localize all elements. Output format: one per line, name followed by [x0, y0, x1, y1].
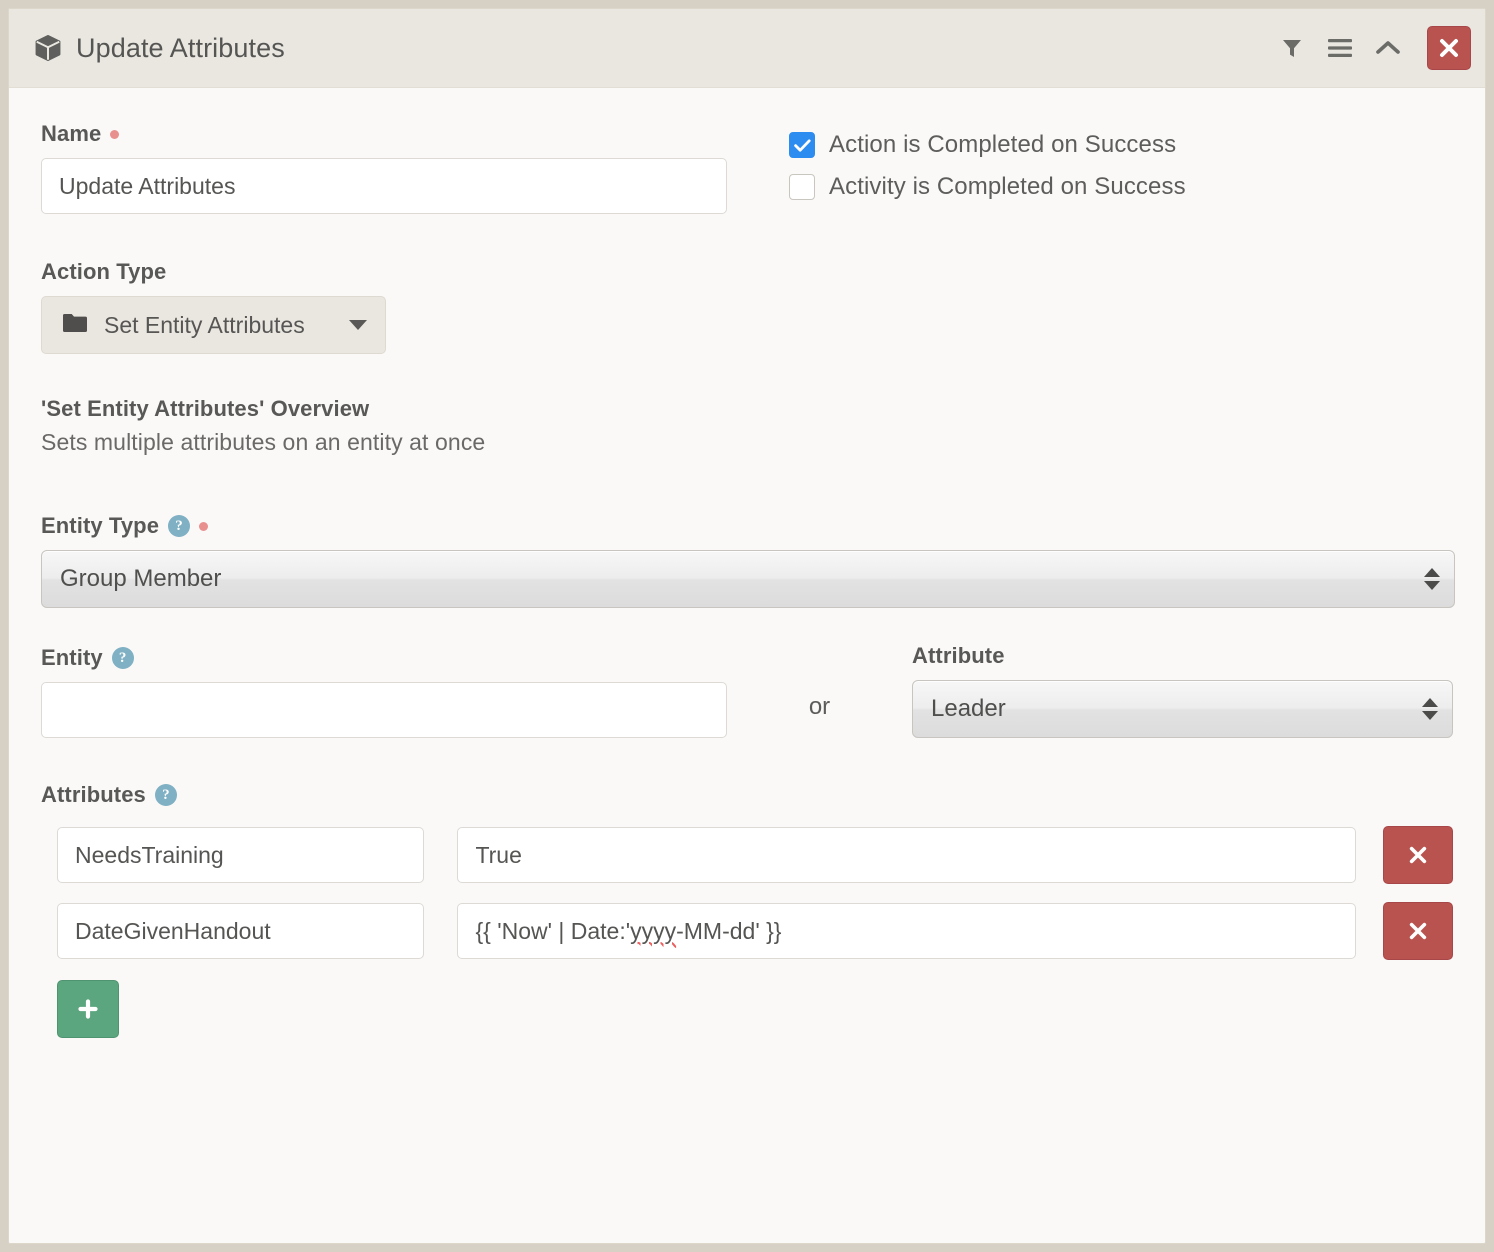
close-button[interactable] [1427, 26, 1471, 70]
overview-description: Sets multiple attributes on an entity at… [41, 429, 486, 455]
action-type-label: Action Type [41, 259, 167, 284]
panel-header: Update Attributes [9, 9, 1485, 88]
attributes-label: Attributes ? [41, 782, 1453, 808]
attribute-value-input[interactable] [457, 827, 1357, 883]
activity-completed-checkbox[interactable] [789, 174, 815, 200]
panel-body: Name Action is Completed on Success [9, 88, 1485, 1038]
entity-type-value: Group Member [60, 565, 222, 592]
attribute-key-input[interactable] [57, 903, 425, 959]
attribute-select[interactable]: Leader [912, 680, 1453, 738]
delete-attribute-button[interactable] [1383, 902, 1453, 960]
success-options-group: Action is Completed on Success Activity … [727, 121, 1453, 215]
value-text-misspelled: yyyy [630, 917, 677, 944]
attribute-group: Attribute Leader [912, 643, 1453, 738]
update-attributes-panel: Update Attributes Name Update Attributes… [8, 8, 1486, 1244]
entity-label: Entity ? [41, 645, 727, 671]
required-indicator [110, 129, 120, 139]
name-input[interactable] [41, 158, 727, 214]
name-field-group: Name [41, 121, 727, 215]
help-icon[interactable]: ? [111, 647, 134, 669]
menu-icon[interactable] [1327, 35, 1353, 61]
filter-icon[interactable] [1279, 35, 1305, 61]
entity-input[interactable] [41, 682, 727, 738]
action-completed-checkbox[interactable] [789, 132, 815, 158]
help-icon[interactable]: ? [154, 784, 177, 806]
folder-icon [62, 312, 88, 339]
select-arrows-icon [1422, 698, 1438, 720]
entity-type-label: Entity Type ? [41, 513, 1453, 539]
activity-completed-label: Activity is Completed on Success [829, 173, 1186, 200]
help-icon[interactable]: ? [168, 515, 191, 537]
action-type-value: Set Entity Attributes [104, 311, 305, 338]
add-attribute-button[interactable] [57, 980, 119, 1038]
page-title: Update Attributes [76, 32, 285, 63]
attribute-row: {{ 'Now' | Date:'yyyy-MM-dd' }} [41, 902, 1453, 960]
action-completed-row[interactable]: Action is Completed on Success [789, 131, 1453, 159]
entity-group: Entity ? [41, 645, 727, 738]
value-text-post: -MM-dd' }} [676, 917, 782, 944]
chevron-down-icon [348, 320, 367, 330]
select-arrows-icon [1424, 568, 1440, 590]
attribute-value: Leader [931, 695, 1006, 722]
attribute-key-input[interactable] [57, 827, 425, 883]
required-indicator [199, 521, 209, 531]
or-separator: or [808, 693, 831, 720]
action-type-dropdown[interactable]: Set Entity Attributes [41, 296, 386, 354]
header-tools [1279, 26, 1471, 70]
action-completed-label: Action is Completed on Success [829, 131, 1177, 158]
name-and-options-row: Name Action is Completed on Success [41, 121, 1453, 215]
attribute-value-input[interactable]: {{ 'Now' | Date:' yyyy -MM-dd' }} [457, 903, 1357, 959]
entity-type-select[interactable]: Group Member [41, 550, 1455, 608]
name-label: Name [41, 121, 727, 147]
value-text-pre: {{ 'Now' | Date:' [475, 917, 631, 944]
chevron-up-icon[interactable] [1375, 35, 1401, 61]
delete-attribute-button[interactable] [1383, 826, 1453, 884]
attributes-section: Attributes ? {{ 'Now [41, 782, 1453, 1038]
entity-attribute-row: Entity ? or Attribute Leader [41, 643, 1453, 738]
panel-title: Update Attributes [33, 33, 285, 64]
action-type-group: Action Type Set Entity Attributes [41, 259, 1453, 354]
activity-completed-row[interactable]: Activity is Completed on Success [789, 173, 1453, 201]
attribute-label: Attribute [912, 643, 1005, 668]
attribute-row [41, 826, 1453, 884]
attributes-list: {{ 'Now' | Date:'yyyy-MM-dd' }} [41, 826, 1453, 960]
overview-title: 'Set Entity Attributes' Overview [41, 396, 370, 421]
entity-type-group: Entity Type ? Group Member [41, 513, 1455, 608]
cube-icon [33, 33, 63, 63]
overview-section: 'Set Entity Attributes' Overview Sets mu… [41, 396, 1453, 456]
